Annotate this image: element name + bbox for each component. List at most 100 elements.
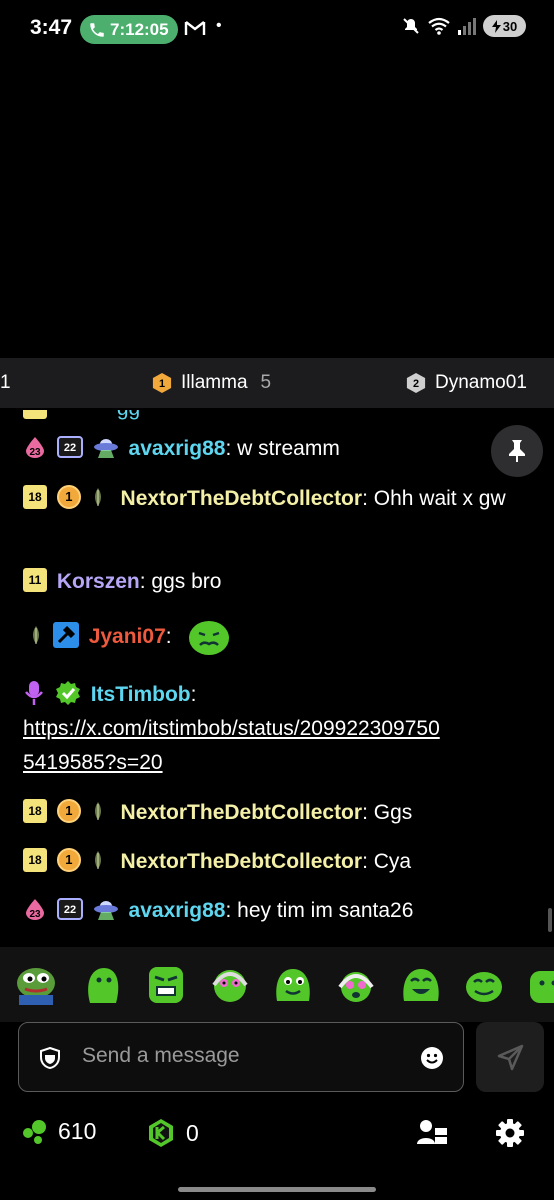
gifter-leaderboard[interactable]: 1 1 Illamma 5 2 Dynamo01 [0,358,554,408]
chat-message-text: Ggs [373,801,413,824]
gifter-badge: 1 [56,848,81,873]
chat-separator: : [225,899,232,922]
angry-green-emote-icon[interactable] [145,965,187,1005]
chat-list[interactable]: gg 23 22 avaxrig88: w streamm 18 1 Nexto… [0,410,554,947]
chat-separator: : [139,570,146,593]
drop-badge-icon: 23 [26,899,44,920]
status-icons: 30 [401,15,526,37]
leaderboard-name: Dynamo01 [435,372,527,393]
send-icon [497,1044,524,1071]
pepe-emote-icon[interactable] [15,965,57,1005]
chat-username[interactable]: NextorTheDebtCollector [121,850,363,873]
battery-indicator: 30 [483,15,526,37]
signal-icon [458,18,476,35]
chat-message-text: Ohh wait x gw [373,487,506,510]
chat-link[interactable]: 5419585?s=20 [23,751,163,774]
leaf-badge-icon [94,802,101,821]
chat-message: gg [23,410,533,426]
users-icon[interactable] [416,1118,448,1148]
emoji-icon[interactable] [420,1046,444,1070]
chat-message-text: w streamm [237,437,340,460]
battery-level: 30 [502,18,518,34]
laugh-blob-emote-icon[interactable] [400,965,442,1005]
chat-message: 23 22 avaxrig88: hey tim im santa26 [23,894,533,928]
chat-username[interactable]: avaxrig88 [129,437,226,460]
ufo-badge-icon [93,901,118,921]
leaf-badge-icon [94,488,101,507]
grin-blob-emote-icon[interactable] [463,965,505,1005]
leaderboard-name: Illamma [181,372,248,393]
call-timer: 7:12:05 [110,19,169,39]
svg-text:23: 23 [29,447,41,458]
blob-emote-partial-icon[interactable] [528,965,554,1005]
chat-username[interactable]: NextorTheDebtCollector [121,487,363,510]
status-time: 3:47 [30,16,73,39]
chat-message: 18 1 NextorTheDebtCollector: Ohh wait x … [23,482,533,516]
gifter-badge: 1 [56,799,81,824]
chat-message-text: Cya [373,850,412,873]
points-icon [23,1119,46,1144]
chat-message-text: gg [117,410,140,420]
leaderboard-item[interactable]: 1 Illamma 5 [152,358,271,408]
green-blob-emote-icon[interactable] [82,965,124,1005]
channel-points[interactable]: 610 [20,1118,96,1145]
subscriber-badge: 11 [23,568,47,593]
svg-text:22: 22 [64,442,76,454]
chat-message: 18 1 NextorTheDebtCollector: Ggs [23,796,533,830]
headphones-blob-emote-2-icon[interactable] [335,965,377,1005]
chat-username[interactable]: Jyani07 [89,625,166,648]
pin-button[interactable] [491,425,543,477]
channel-points-count: 610 [58,1118,97,1144]
kick-coin-icon [149,1119,173,1147]
chat-username[interactable]: ItsTimbob [91,683,191,706]
home-indicator[interactable] [178,1187,376,1192]
send-button[interactable] [476,1022,544,1092]
gifter-badge: 1 [56,485,81,510]
subscriber-badge [23,410,47,420]
chat-link[interactable]: https://x.com/itstimbob/status/209922309… [23,717,440,740]
moderator-badge-icon [52,622,79,649]
emote-bar[interactable] [0,947,554,1022]
chat-scrollbar[interactable] [548,908,552,932]
chat-message: ItsTimbob: https://x.com/itstimbob/statu… [23,678,533,780]
chat-separator: : [362,801,368,824]
leaderboard-count: 5 [260,372,272,393]
drop-badge-icon: 23 [26,437,44,458]
call-indicator[interactable]: 7:12:05 [80,15,178,44]
svg-text:22: 22 [64,904,76,916]
headphones-blob-emote-icon[interactable] [209,965,251,1005]
smile-blob-emote-icon[interactable] [272,965,314,1005]
shield-icon[interactable] [39,1047,61,1069]
kick-points[interactable]: 0 [146,1118,199,1148]
silver-rank-icon: 2 [406,373,426,393]
chat-message: Jyani07: [23,616,533,658]
message-input[interactable] [82,1041,382,1071]
chat-separator: : [225,437,232,460]
chat-separator: : [165,625,172,648]
svg-text:2: 2 [413,378,419,390]
leaderboard-item[interactable]: 1 [0,358,11,408]
vip-badge-icon: 22 [56,436,83,459]
bottom-bar: 610 0 [0,1108,554,1160]
phone-icon [90,22,104,37]
svg-text:1: 1 [159,378,165,390]
status-bar: 3:47 7:12:05 • 30 [0,0,554,58]
subscriber-badge: 18 [23,848,47,873]
chat-message-text: hey tim im santa26 [237,899,414,922]
settings-gear-icon[interactable] [495,1118,525,1148]
message-composer[interactable] [18,1022,464,1092]
leaderboard-item[interactable]: 2 Dynamo01 [406,358,527,408]
chat-username[interactable]: avaxrig88 [129,899,226,922]
subscriber-badge: 18 [23,799,47,824]
chat-username[interactable]: NextorTheDebtCollector [121,801,363,824]
chat-username[interactable]: Korszen [57,570,140,593]
gmail-icon [184,21,206,35]
mute-icon [403,18,419,34]
ufo-badge-icon [93,439,118,459]
wifi-icon [428,17,450,35]
chat-message: 23 22 avaxrig88: w streamm [23,432,533,466]
charging-icon [491,19,501,33]
kick-points-count: 0 [186,1119,199,1146]
sick-blob-emote-icon [189,621,230,656]
microphone-badge-icon [25,681,43,706]
